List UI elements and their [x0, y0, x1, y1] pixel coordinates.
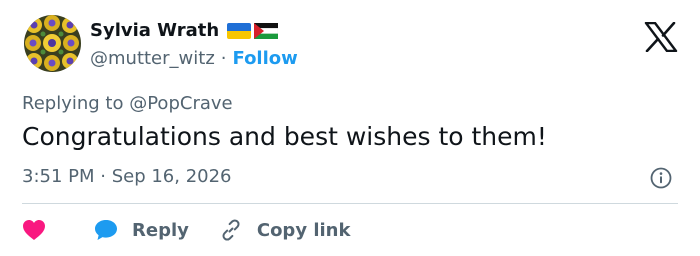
tweet-timestamp[interactable]: 3:51 PM · Sep 16, 2026 [22, 166, 232, 187]
handle-row: @mutter_witz · Follow [90, 48, 298, 69]
reply-prefix: Replying to [22, 93, 124, 114]
reply-button[interactable]: Reply [94, 219, 189, 241]
copy-link-label: Copy link [256, 219, 351, 241]
palestine-flag-icon [254, 22, 279, 39]
reply-mention[interactable]: @PopCrave [129, 93, 232, 114]
author-name-row: Sylvia Wrath [90, 20, 279, 41]
link-icon [222, 219, 240, 241]
sunflower-pattern-avatar [24, 15, 81, 72]
tweet-text: Congratulations and best wishes to them! [22, 122, 547, 151]
reply-label: Reply [132, 219, 189, 241]
ukraine-flag-icon [227, 22, 252, 39]
reply-context: Replying to @PopCrave [22, 93, 233, 114]
handle[interactable]: @mutter_witz [90, 48, 215, 69]
speech-bubble-icon [95, 220, 117, 240]
copy-link-button[interactable]: Copy link [219, 218, 351, 242]
flag-emojis [227, 22, 279, 39]
avatar[interactable] [24, 15, 81, 72]
action-bar: Reply Copy link [22, 218, 350, 242]
separator-dot: · [220, 48, 227, 69]
display-name[interactable]: Sylvia Wrath [90, 20, 219, 41]
x-logo-icon[interactable] [644, 22, 678, 52]
info-icon[interactable] [650, 167, 672, 189]
like-button[interactable] [22, 219, 46, 241]
divider [22, 203, 678, 204]
tweet-card: Sylvia Wrath @mutter_witz · Follow Reply… [0, 0, 700, 256]
follow-link[interactable]: Follow [233, 48, 298, 69]
heart-icon [23, 220, 45, 240]
